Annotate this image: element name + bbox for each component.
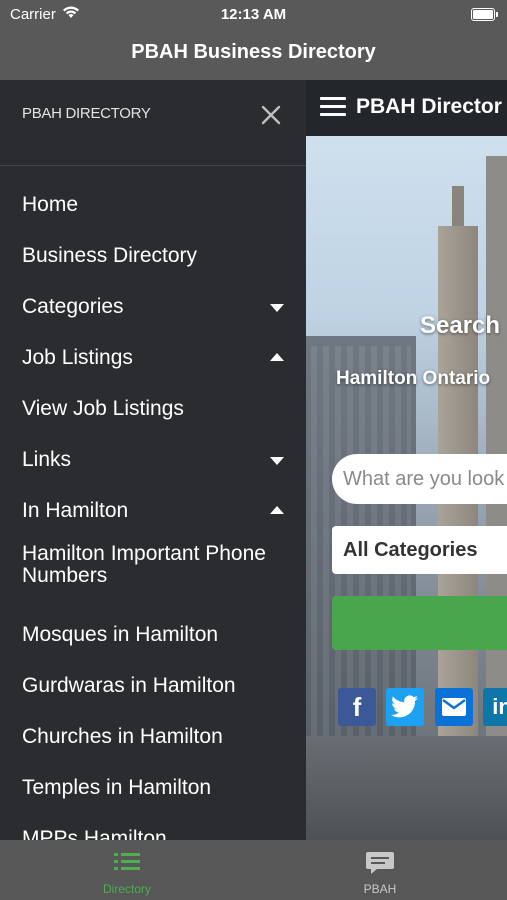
tab-directory[interactable]: Directory [52, 840, 202, 900]
caret-down-icon[interactable] [270, 304, 284, 312]
list-icon [112, 850, 142, 874]
hero-subtitle: Hamilton Ontario [336, 368, 491, 389]
menu-item-label: Temples in Hamilton [22, 776, 212, 799]
caret-up-icon[interactable] [270, 353, 284, 361]
menu-item-temples[interactable]: Temples in Hamilton [0, 763, 306, 814]
menu-item-label: Links [22, 448, 72, 471]
menu-item-links[interactable]: Links [0, 435, 306, 486]
drawer-menu: Home Business Directory Categories Job L… [0, 180, 306, 840]
menu-item-view-job-listings[interactable]: View Job Listings [0, 384, 306, 435]
menu-item-business-directory[interactable]: Business Directory [0, 231, 306, 282]
linkedin-icon[interactable]: in [483, 688, 507, 726]
status-time: 12:13 AM [220, 6, 287, 23]
hero-title: Search [420, 312, 501, 339]
chat-bubble-icon [365, 850, 395, 874]
menu-item-phone-numbers[interactable]: Hamilton Important Phone Numbers [0, 537, 306, 610]
battery-icon [471, 8, 498, 21]
tab-pbah[interactable]: PBAH [305, 840, 455, 900]
caret-up-icon[interactable] [270, 506, 284, 514]
menu-item-mpps[interactable]: MPPs Hamilton [0, 814, 306, 840]
nav-bar: PBAH Business Directory [0, 30, 507, 80]
menu-item-home[interactable]: Home [0, 180, 306, 231]
twitter-icon[interactable] [386, 688, 424, 726]
menu-item-label: Gurdwaras in Hamilton [22, 674, 236, 697]
tab-label: PBAH [363, 882, 397, 896]
menu-item-label: Home [22, 193, 79, 216]
search-button[interactable] [332, 596, 507, 650]
hamburger-menu-icon[interactable] [320, 97, 346, 117]
menu-item-categories[interactable]: Categories [0, 282, 306, 333]
menu-item-mosques[interactable]: Mosques in Hamilton [0, 610, 306, 661]
email-icon[interactable] [435, 688, 473, 726]
menu-item-label: Mosques in Hamilton [22, 623, 219, 646]
menu-item-label: Churches in Hamilton [22, 725, 223, 748]
menu-item-gurdwaras[interactable]: Gurdwaras in Hamilton [0, 661, 306, 712]
menu-item-label: Categories [22, 295, 124, 318]
menu-item-job-listings[interactable]: Job Listings [0, 333, 306, 384]
menu-item-label: Business Directory [22, 244, 198, 267]
street-image [306, 736, 507, 840]
facebook-icon[interactable]: f [338, 688, 376, 726]
web-content[interactable]: PBAH Director Search Hamilton Ontario Wh… [306, 80, 507, 840]
search-input[interactable]: What are you look [332, 454, 507, 504]
drawer-title: PBAH DIRECTORY [22, 105, 151, 122]
close-icon[interactable] [258, 102, 284, 128]
menu-item-label: MPPs Hamilton [22, 827, 167, 840]
hero-banner: Search Hamilton Ontario What are you loo… [306, 136, 507, 840]
menu-item-label: View Job Listings [22, 397, 184, 420]
tab-label: Directory [102, 882, 151, 896]
web-header: PBAH Director [306, 80, 507, 136]
web-header-title: PBAH Director [356, 95, 502, 118]
menu-item-label: Hamilton Important Phone Numbers [22, 542, 266, 587]
category-select[interactable]: All Categories [332, 526, 507, 574]
menu-item-churches[interactable]: Churches in Hamilton [0, 712, 306, 763]
menu-item-label: Job Listings [22, 346, 133, 369]
menu-item-in-hamilton[interactable]: In Hamilton [0, 486, 306, 537]
drawer-divider [0, 165, 306, 166]
caret-down-icon[interactable] [270, 457, 284, 465]
nav-title: PBAH Business Directory [131, 41, 376, 63]
menu-item-label: In Hamilton [22, 499, 129, 522]
status-bar: Carrier 12:13 AM [0, 0, 507, 30]
side-drawer: PBAH DIRECTORY Home Business Directory C… [0, 80, 306, 840]
tab-bar: Directory PBAH [0, 840, 507, 900]
